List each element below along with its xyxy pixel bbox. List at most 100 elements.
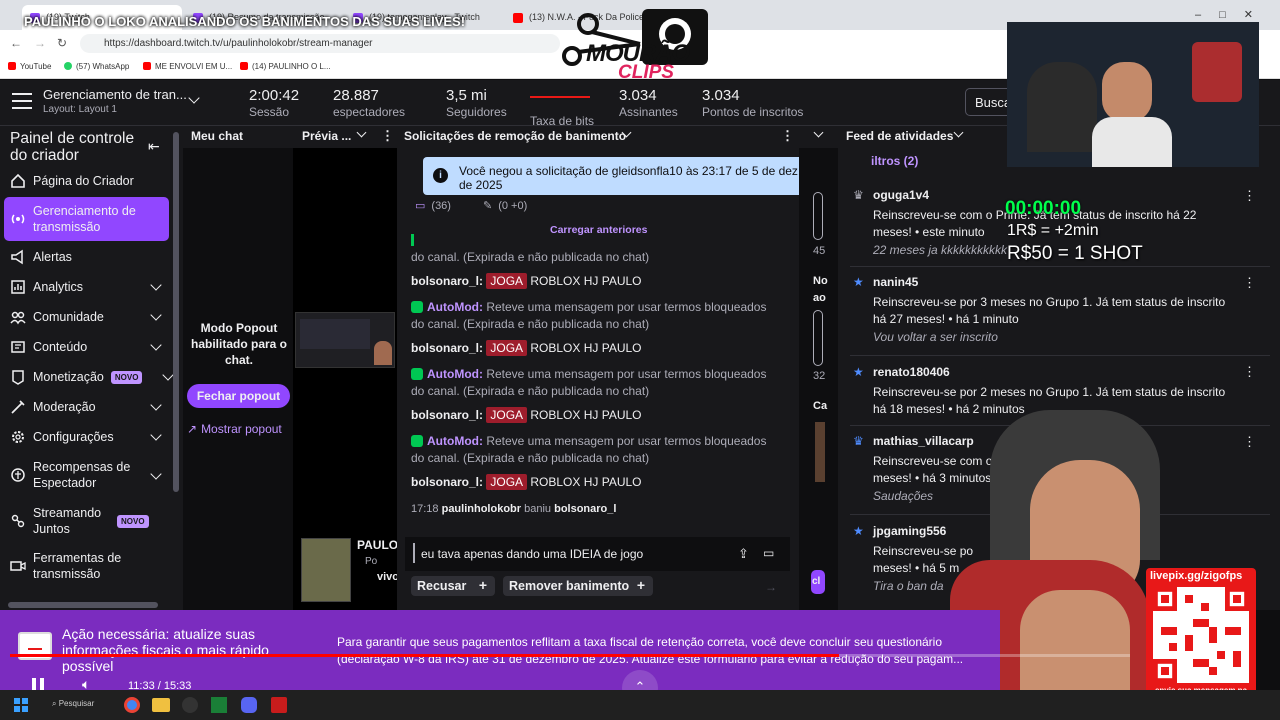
plus-icon: + [636, 577, 645, 593]
mod-count[interactable]: ✎ (0 +0) [483, 199, 527, 212]
share-icon[interactable]: ⇪ [738, 546, 749, 562]
feed-item[interactable]: ★ nanin45 Reinscreveu-se por 3 meses no G… [853, 273, 1263, 344]
chat-bubble-button[interactable]: cl [811, 570, 825, 594]
show-popout-link[interactable]: ↗ Mostrar popout [187, 422, 282, 436]
new-badge: NOVO [110, 370, 143, 384]
terminal-icon[interactable] [211, 697, 227, 713]
scroll-pill[interactable] [813, 310, 823, 366]
creator-sidebar: Painel de controle do criador ⇤ Página d… [0, 126, 183, 610]
discord-icon[interactable] [241, 697, 257, 713]
sidebar-item-moderation[interactable]: Moderação [10, 393, 170, 421]
stat-session: 2:00:42 Sessão [249, 87, 300, 119]
star-icon: ★ [853, 365, 864, 379]
stream-preview-thumbnail[interactable] [295, 312, 395, 368]
more-icon[interactable]: ⋮ [1243, 188, 1256, 204]
game-boxart [301, 538, 351, 602]
close-popout-button[interactable]: Fechar popout [187, 384, 290, 408]
preview-channel-name: PAULO [357, 538, 399, 552]
windows-start-icon[interactable] [14, 698, 28, 712]
url-field[interactable]: https://dashboard.twitch.tv/u/paulinholo… [80, 34, 560, 53]
sidebar-scrollbar[interactable] [173, 132, 179, 492]
reload-icon[interactable]: ↻ [57, 36, 67, 50]
new-badge: NOVO [117, 514, 149, 528]
bookmark-whatsapp[interactable]: (57) WhatsApp [64, 62, 129, 71]
bookmark-video[interactable]: ME ENVOLVI EM U... [143, 62, 232, 71]
seek-bar[interactable] [10, 654, 1130, 657]
star-icon: ★ [853, 524, 864, 538]
window-controls[interactable]: –□✕ [1195, 8, 1271, 21]
sidebar-hscrollbar[interactable] [8, 602, 158, 608]
request-text-box: eu tava apenas dando uma IDEIA de jogo ⇪… [405, 537, 790, 571]
collapse-icon[interactable]: ⇤ [148, 138, 160, 155]
sidebar-item-analytics[interactable]: Analytics [10, 273, 170, 301]
stat-subscribers: 3.034 Assinantes [619, 87, 678, 119]
sidebar-item-stream-manager[interactable]: Gerenciamento de transmissão [4, 197, 169, 241]
middle-column: 45 No ao 32 Ca cl [799, 148, 838, 610]
windows-taskbar: ⌕ Pesquisar [0, 690, 1280, 720]
sidebar-item-creator-page[interactable]: Página do Criador [10, 167, 170, 195]
banned-message: bolsonaro_l: JOGA ROBLOX HJ PAULO [411, 273, 642, 289]
chrome-icon[interactable] [124, 697, 140, 713]
home-icon [11, 173, 25, 188]
automod-message: AutoMod: Reteve uma mensagem por usar te… [411, 367, 767, 398]
activity-feed-header: Feed de atividades [846, 129, 954, 143]
obs-icon[interactable] [182, 697, 198, 713]
sword-icon: ✎ [483, 200, 493, 212]
taskbar-search[interactable]: ⌕ Pesquisar [52, 699, 94, 709]
stat-followers: 3,5 mi Seguidores [446, 87, 507, 119]
chevron-down-icon[interactable] [188, 92, 200, 104]
message-count[interactable]: ▭ (36) [415, 199, 451, 212]
banned-message: bolsonaro_l: JOGA ROBLOX HJ PAULO [411, 407, 642, 423]
livepix-url: livepix.gg/zigofps [1150, 570, 1243, 582]
deny-button[interactable]: Recusar + [411, 576, 495, 596]
sidebar-item-settings[interactable]: Configurações [10, 423, 170, 451]
sidebar-item-rewards[interactable]: Recompensas de Espectador [10, 458, 170, 492]
sidebar-item-broadcast-tools[interactable]: Ferramentas de transmissão [10, 549, 170, 583]
sidebar-item-alerts[interactable]: Alertas [10, 243, 170, 271]
more-icon[interactable]: ⋮ [1243, 364, 1256, 380]
scroll-pill[interactable] [813, 192, 823, 240]
layout-label: Layout: Layout 1 [43, 104, 117, 115]
back-icon[interactable]: ← [10, 36, 22, 50]
my-chat-header: Meu chat [191, 129, 244, 143]
chart-icon [11, 280, 25, 294]
youtube-icon [513, 13, 523, 23]
page-title: Gerenciamento de tran... [43, 87, 187, 102]
bookmark-youtube[interactable]: YouTube [8, 62, 51, 71]
automod-message: AutoMod: Reteve uma mensagem por usar te… [411, 300, 767, 331]
automod-message: AutoMod: Reteve uma mensagem por usar te… [411, 434, 767, 465]
filters-toggle[interactable]: iltros (2) [871, 154, 918, 168]
seek-progress [10, 654, 839, 657]
video-player-controls: 🔈︎ 11:33 / 15:33 ⌃ [0, 650, 1280, 706]
more-icon[interactable]: ⋮ [381, 128, 394, 144]
webcam-overlay [1007, 22, 1259, 167]
menu-icon[interactable] [12, 93, 32, 109]
sidebar-item-content[interactable]: Conteúdo [10, 333, 170, 361]
more-icon[interactable]: ⋮ [781, 128, 794, 144]
sidebar-title: Painel de controle do criador [10, 130, 135, 164]
bookmark-video[interactable]: (14) PAULINHO O L... [240, 62, 331, 71]
megaphone-icon [11, 249, 23, 265]
sidebar-item-community[interactable]: Comunidade [10, 303, 170, 331]
forward-icon[interactable]: → [34, 36, 46, 50]
overlay-headline: PAULINHO O LOKO ANALISANDO OS BANIMENTOS… [24, 14, 466, 29]
promo-line: 1R$ = +2min [1007, 222, 1099, 239]
sidebar-item-stream-together[interactable]: Streamando Juntos NOVO [10, 504, 170, 538]
comment-icon[interactable]: ▭ [763, 546, 774, 560]
folder-icon[interactable] [152, 698, 170, 712]
promo-line: R$50 = 1 SHOT [1007, 243, 1143, 264]
load-previous-link[interactable]: Carregar anteriores [550, 224, 647, 236]
next-arrow-icon[interactable]: → [765, 580, 777, 594]
banned-message: bolsonaro_l: JOGA ROBLOX HJ PAULO [411, 474, 642, 490]
more-icon[interactable]: ⋮ [1243, 275, 1256, 291]
app-icon[interactable] [271, 697, 287, 713]
more-icon[interactable]: ⋮ [1243, 434, 1256, 450]
preview-panel: PAULO Po vivo [293, 148, 399, 610]
chat-icon: ▭ [415, 200, 426, 212]
sidebar-item-monetization[interactable]: Monetização NOVO [10, 363, 174, 391]
request-text: eu tava apenas dando uma IDEIA de jogo [421, 547, 644, 561]
stat-viewers: 28.887 espectadores [333, 87, 406, 119]
preview-header: Prévia ... [302, 129, 352, 143]
remove-ban-button[interactable]: Remover banimento + [503, 576, 653, 596]
monetization-icon [12, 370, 24, 385]
